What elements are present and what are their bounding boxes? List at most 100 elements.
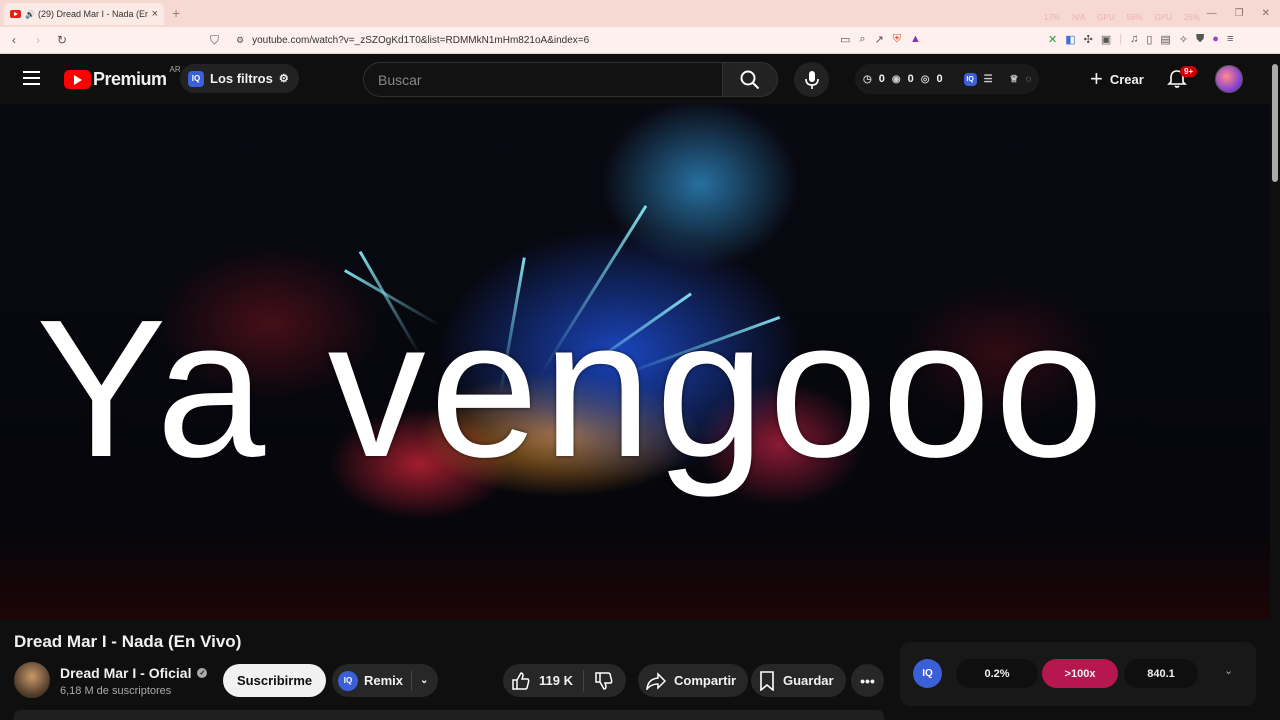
divider [411, 670, 413, 691]
extension-puzzle-icon[interactable]: ✣ [1084, 33, 1093, 46]
plus-icon: + [1090, 66, 1103, 91]
search-box [363, 62, 723, 97]
create-label: Crear [1109, 71, 1144, 87]
more-actions-button[interactable]: ••• [851, 664, 884, 697]
divider: | [1119, 33, 1123, 45]
bookmark-icon[interactable]: ⛉ [210, 33, 219, 48]
cpu-stat: 17% [1043, 13, 1060, 22]
gpu-label: GPU [1097, 13, 1115, 22]
logo-text: Premium [93, 69, 167, 89]
iq-counters: ◷ 0 ◉ 0 ◎ 0 IQ ☰ ♕ ◌ [855, 64, 1040, 94]
description-box-edge [14, 710, 884, 720]
address-bar-actions: ▭ ⌕ ↗ ⛨ ▲ [840, 33, 921, 46]
chat-icon[interactable]: ◌ [1026, 74, 1032, 85]
save-button[interactable]: Guardar [751, 664, 846, 697]
stat-multiplier-value: >100x [1064, 667, 1096, 680]
stat-multiplier: >100x [1042, 659, 1118, 688]
thumbs-up-icon [512, 671, 530, 690]
search-icon [740, 70, 760, 89]
hamburger-menu-icon[interactable] [23, 71, 40, 85]
browser-tab-strip: 🔊 (29) Dread Mar I - Nada (En Vivo) × + … [0, 0, 1280, 27]
tab-title: (29) Dread Mar I - Nada (En Vivo) [37, 9, 148, 19]
filters-button[interactable]: IQ Los filtros ⚙ [180, 64, 299, 93]
browser-tab[interactable]: 🔊 (29) Dread Mar I - Nada (En Vivo) × [4, 3, 164, 25]
menu-icon[interactable]: ≡ [1227, 33, 1233, 46]
like-button[interactable]: 119 K [503, 669, 584, 692]
trophy-icon[interactable]: ♕ [1010, 74, 1019, 85]
brave-shield-icon[interactable]: ⛨ [893, 33, 901, 46]
reload-icon[interactable]: ↻ [52, 33, 72, 47]
leo-icon[interactable]: ✧ [1179, 33, 1188, 46]
new-tab-button[interactable]: + [172, 5, 180, 21]
share-icon [646, 671, 666, 690]
site-info-icon[interactable]: ⚙ [236, 35, 244, 46]
extension-x-icon[interactable]: ✕ [1048, 33, 1057, 46]
dislike-button[interactable] [584, 671, 626, 691]
share-button[interactable]: Compartir [638, 664, 749, 697]
window-controls: — ❐ ✕ [1207, 8, 1270, 19]
country-code: AR [169, 65, 181, 74]
sidebar-icon[interactable]: ▯ [1146, 33, 1152, 46]
search-input[interactable] [378, 71, 698, 88]
youtube-premium-logo[interactable]: Premium AR [64, 65, 181, 90]
cpu-na: N/A [1071, 13, 1086, 22]
remix-button[interactable]: IQ Remix ⌄ [332, 664, 439, 697]
url-text: youtube.com/watch?v=_zSZOgKd1T0&list=RDM… [252, 35, 590, 46]
page-scrollbar[interactable] [1270, 54, 1280, 720]
channel-avatar[interactable] [14, 662, 50, 698]
gpu-stat: 58% [1126, 13, 1143, 22]
close-window-icon[interactable]: ✕ [1262, 8, 1270, 19]
music-icon[interactable]: ♫ [1130, 33, 1138, 46]
user-avatar[interactable] [1215, 65, 1243, 93]
speaker-icon: 🔊 [25, 9, 35, 19]
thumbs-down-icon [595, 671, 613, 690]
voice-search-button[interactable] [794, 62, 829, 97]
list-icon[interactable]: ☰ [984, 74, 993, 85]
restore-icon[interactable]: ❐ [1235, 8, 1244, 19]
remix-label: Remix [364, 673, 404, 688]
video-title: Dread Mar I - Nada (En Vivo) [14, 632, 242, 651]
counter-time: 0 [878, 73, 885, 85]
more-horizontal-icon: ••• [860, 672, 875, 689]
zoom-icon[interactable]: ⌕ [859, 33, 865, 46]
translate-icon[interactable]: ◧ [1065, 33, 1075, 46]
stat-percentage: 0.2% [956, 659, 1038, 688]
microphone-icon [804, 70, 819, 89]
subscribe-button[interactable]: Suscribirme [223, 664, 327, 697]
share-page-icon[interactable]: ↗ [875, 33, 884, 46]
sliders-icon: ⚙ [278, 73, 289, 85]
counter-views: 0 [907, 73, 914, 85]
extension-box-icon[interactable]: ▣ [1101, 33, 1111, 46]
iq-icon[interactable]: IQ [963, 72, 977, 86]
iq-stats-panel: IQ 0.2% >100x 840.1 ⌄ [900, 642, 1256, 706]
save-label: Guardar [783, 673, 834, 688]
stat-score: 840.1 [1124, 659, 1198, 688]
profile-icon[interactable]: ● [1212, 33, 1219, 46]
minimize-icon[interactable]: — [1207, 8, 1217, 19]
search-button[interactable] [722, 62, 778, 97]
eye-off-icon: ◎ [920, 73, 930, 85]
url-field[interactable]: ⚙ youtube.com/watch?v=_zSZOgKd1T0&list=R… [236, 31, 589, 50]
wallet-icon[interactable]: ▤ [1160, 33, 1170, 46]
filters-label: Los filtros [210, 71, 273, 86]
cast-icon[interactable]: ▭ [840, 33, 850, 46]
like-count: 119 K [539, 673, 573, 688]
scrollbar-thumb[interactable] [1272, 64, 1278, 182]
create-button[interactable]: + Crear [1080, 64, 1154, 94]
youtube-favicon-icon [10, 10, 21, 18]
extensions-toolbar: ✕ ◧ ✣ ▣ | ♫ ▯ ▤ ✧ ⛊ ● ≡ [1048, 33, 1233, 46]
back-icon[interactable]: ‹ [4, 33, 24, 47]
close-tab-icon[interactable]: × [152, 8, 158, 20]
channel-name[interactable]: Dread Mar I - Oficial [60, 665, 191, 681]
chevron-down-icon[interactable]: ⌄ [1224, 664, 1233, 677]
iq-panel-icon[interactable]: IQ [913, 659, 942, 688]
rewards-triangle-icon[interactable]: ▲ [910, 33, 921, 46]
channel-name-row[interactable]: Dread Mar I - Oficial ✓ [60, 665, 208, 681]
gpu-stat-2: 25% [1183, 13, 1200, 22]
forward-icon[interactable]: › [28, 33, 48, 47]
vpn-icon[interactable]: ⛊ [1196, 33, 1204, 46]
youtube-play-icon [64, 70, 91, 89]
video-player[interactable]: Ya vengooo [0, 104, 1270, 619]
stat-score-value: 840.1 [1147, 667, 1175, 680]
chevron-down-icon[interactable]: ⌄ [420, 675, 428, 686]
